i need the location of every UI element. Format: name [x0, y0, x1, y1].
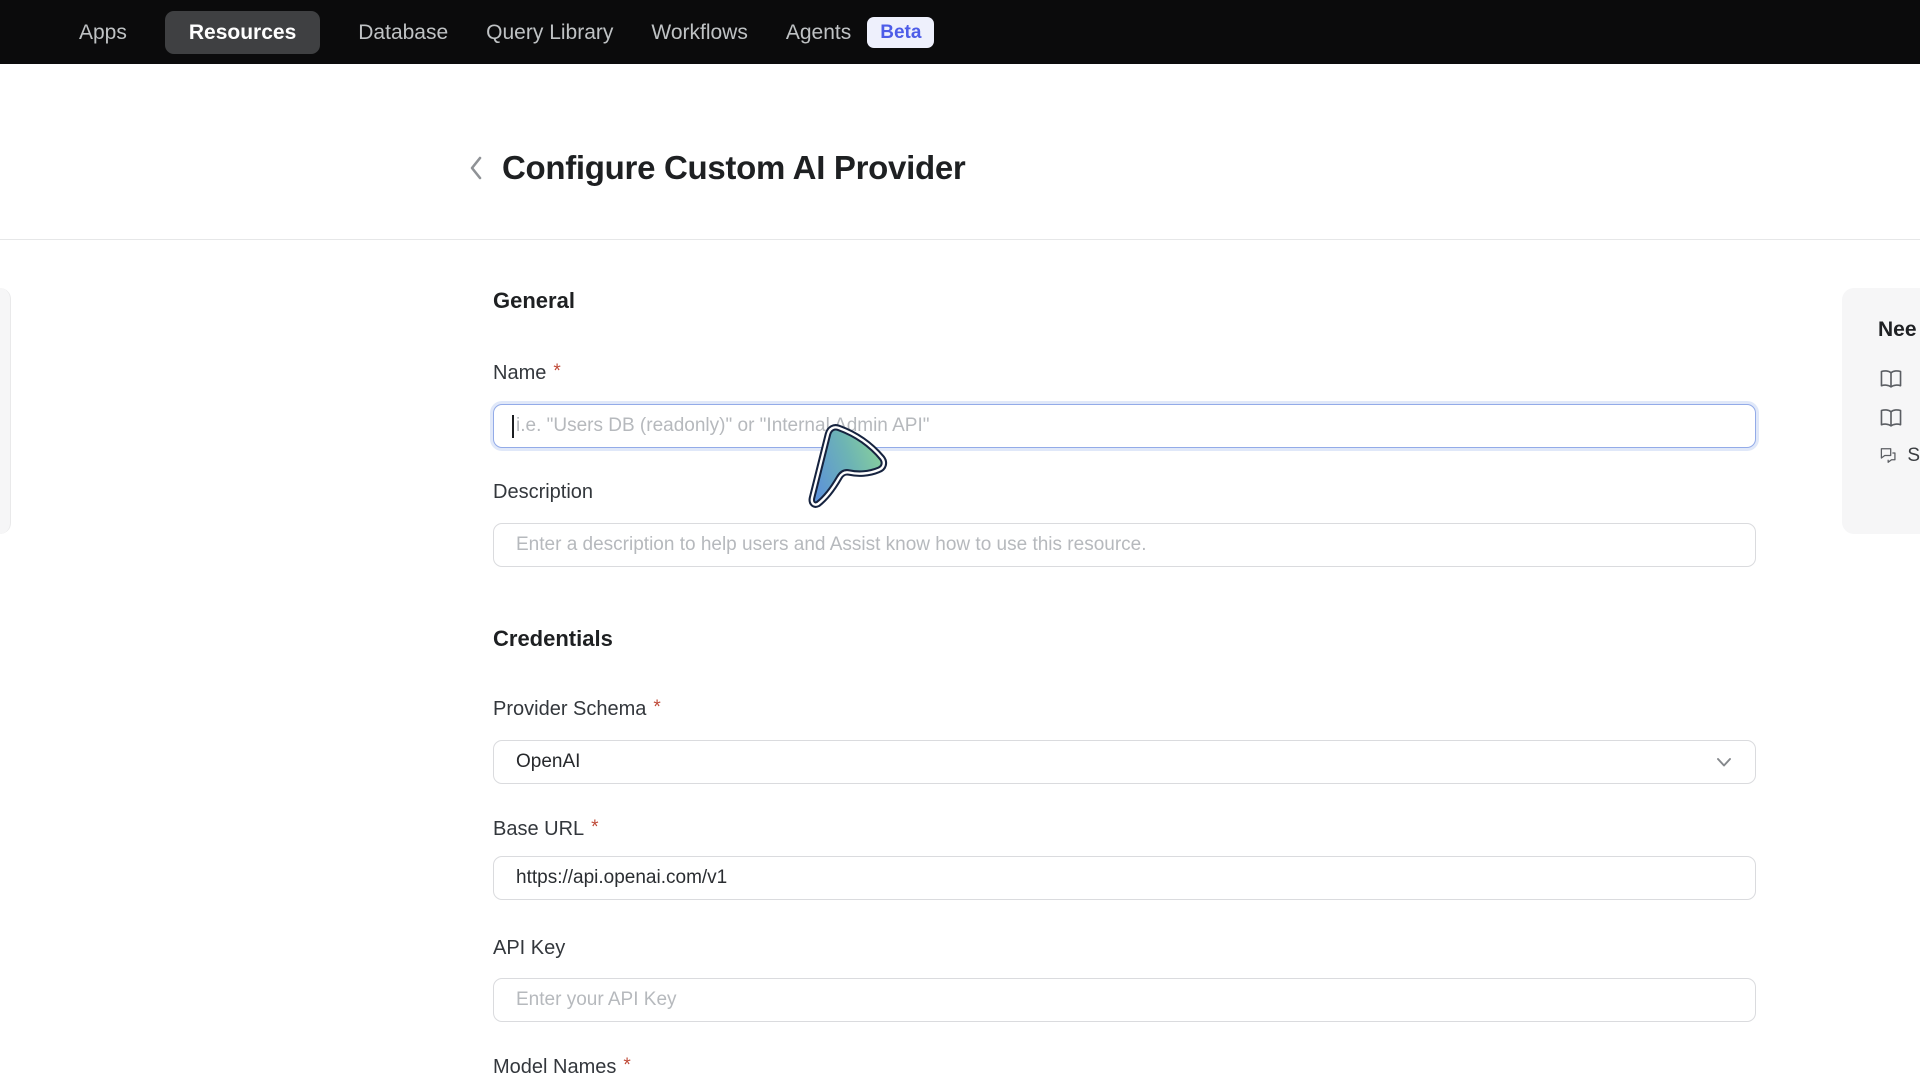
- book-icon: [1878, 405, 1904, 431]
- description-label: Description: [493, 480, 593, 504]
- api-key-label: API Key: [493, 936, 565, 960]
- description-label-text: Description: [493, 481, 593, 503]
- beta-badge: Beta: [867, 17, 934, 48]
- header-divider: [0, 239, 1920, 240]
- model-names-label: Model Names *: [493, 1054, 631, 1079]
- back-button[interactable]: [462, 148, 488, 188]
- model-names-required-marker: *: [623, 1055, 630, 1076]
- description-input[interactable]: [493, 523, 1756, 567]
- text-caret: [512, 415, 514, 438]
- help-panel-title: Nee: [1878, 318, 1920, 342]
- section-heading-general: General: [493, 288, 575, 314]
- chevron-left-icon: [468, 155, 483, 181]
- chat-icon: [1878, 444, 1898, 467]
- page-title: Configure Custom AI Provider: [502, 148, 965, 188]
- base-url-label: Base URL *: [493, 816, 599, 841]
- page-header: Configure Custom AI Provider: [462, 148, 965, 188]
- api-key-label-text: API Key: [493, 937, 565, 959]
- help-link-docs-1[interactable]: [1878, 366, 1920, 392]
- nav-item-apps[interactable]: Apps: [79, 22, 127, 43]
- nav-item-query-library[interactable]: Query Library: [486, 22, 613, 43]
- provider-schema-label-text: Provider Schema: [493, 698, 646, 720]
- help-link-support[interactable]: S: [1878, 444, 1920, 467]
- nav-item-workflows[interactable]: Workflows: [651, 22, 747, 43]
- nav-item-database[interactable]: Database: [358, 22, 448, 43]
- help-link-label: S: [1907, 445, 1920, 467]
- section-heading-credentials: Credentials: [493, 626, 613, 652]
- name-input[interactable]: [493, 404, 1756, 448]
- base-url-label-text: Base URL: [493, 818, 584, 840]
- help-panel: Nee S: [1842, 288, 1920, 534]
- top-nav: Apps Resources Database Query Library Wo…: [0, 0, 1920, 64]
- nav-item-resources[interactable]: Resources: [165, 11, 320, 54]
- provider-schema-select[interactable]: OpenAI: [493, 740, 1756, 784]
- name-label: Name *: [493, 360, 561, 385]
- left-card-edge: [0, 288, 11, 534]
- api-key-input[interactable]: [493, 978, 1756, 1022]
- book-icon: [1878, 366, 1904, 392]
- chevron-down-icon: [1713, 751, 1735, 773]
- model-names-label-text: Model Names: [493, 1056, 616, 1078]
- nav-group-agents: Agents Beta: [786, 17, 935, 48]
- nav-item-agents[interactable]: Agents: [786, 22, 851, 43]
- name-required-marker: *: [553, 361, 560, 382]
- provider-schema-value: OpenAI: [516, 751, 580, 773]
- help-link-docs-2[interactable]: [1878, 405, 1920, 431]
- name-label-text: Name: [493, 362, 546, 384]
- base-url-required-marker: *: [591, 817, 598, 838]
- provider-schema-label: Provider Schema *: [493, 696, 661, 721]
- provider-schema-required-marker: *: [653, 697, 660, 718]
- base-url-input[interactable]: [493, 856, 1756, 900]
